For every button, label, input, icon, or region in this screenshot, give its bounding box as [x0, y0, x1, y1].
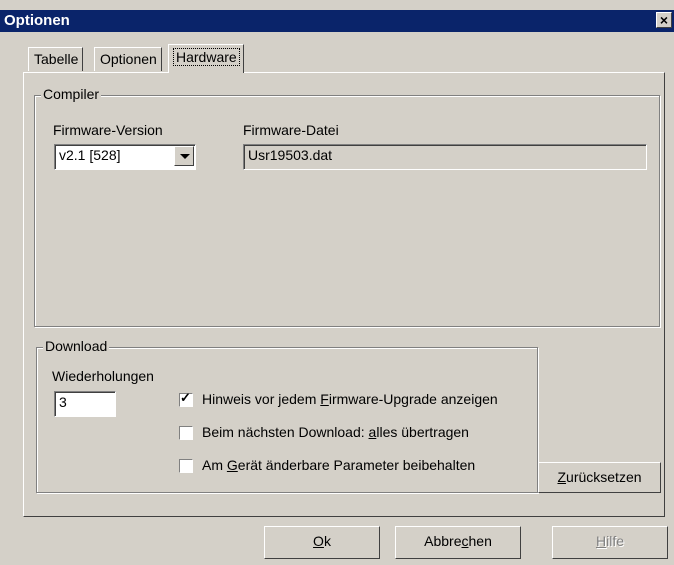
help-button[interactable]: Hilfe: [552, 526, 668, 559]
download-group-title: Download: [43, 338, 110, 354]
firmware-file-value: Usr19503.dat: [248, 147, 333, 163]
firmware-version-label: Firmware-Version: [53, 122, 163, 138]
firmware-file-field[interactable]: Usr19503.dat: [243, 144, 647, 170]
ok-button[interactable]: Ok: [264, 526, 380, 559]
title-bar[interactable]: Optionen ×: [0, 10, 674, 32]
transfer-all-label: Beim nächsten Download: alles übertragen: [202, 424, 469, 440]
tab-tabelle-label: Tabelle: [34, 51, 79, 67]
window-title: Optionen: [4, 12, 70, 29]
firmware-version-value: v2.1 [528]: [59, 147, 121, 163]
retries-value: 3: [59, 394, 67, 410]
tab-optionen-label: Optionen: [100, 51, 157, 67]
checkmark-icon: ✓: [180, 390, 191, 405]
retries-input[interactable]: 3: [54, 391, 116, 417]
firmware-upgrade-hint-checkbox[interactable]: ✓: [179, 390, 193, 407]
keep-device-parameters-checkbox[interactable]: [179, 459, 193, 473]
compiler-group-title: Compiler: [41, 86, 102, 102]
help-button-label: Hilfe: [595, 533, 625, 549]
tab-tabelle[interactable]: Tabelle: [28, 47, 84, 71]
chevron-down-icon[interactable]: [174, 146, 194, 166]
tab-hardware-label: Hardware: [173, 48, 240, 66]
tab-panel-hardware: Compiler Firmware-Version v2.1 [528] Fir…: [23, 72, 665, 517]
tab-optionen[interactable]: Optionen: [94, 47, 162, 71]
download-groupbox: Download Wiederholungen 3 ✓ Hinweis vor …: [36, 338, 538, 493]
keep-device-parameters-label: Am Gerät änderbare Parameter beibehalten: [202, 457, 476, 473]
cancel-button-label: Abbrechen: [424, 533, 492, 549]
options-dialog: Optionen × Tabelle Optionen Hardware Com…: [0, 0, 674, 565]
firmware-version-select[interactable]: v2.1 [528]: [54, 144, 196, 170]
compiler-groupbox: Compiler Firmware-Version v2.1 [528] Fir…: [34, 86, 660, 327]
firmware-file-label: Firmware-Datei: [243, 122, 339, 138]
ok-button-label: Ok: [313, 533, 331, 549]
close-button[interactable]: ×: [656, 12, 672, 28]
tab-hardware[interactable]: Hardware: [168, 44, 244, 73]
transfer-all-checkbox[interactable]: [179, 426, 193, 440]
close-icon: ×: [659, 12, 669, 28]
reset-button-label: Zurücksetzen: [557, 469, 642, 485]
cancel-button[interactable]: Abbrechen: [395, 526, 521, 559]
firmware-upgrade-hint-label: Hinweis vor jedem Firmware-Upgrade anzei…: [202, 391, 498, 407]
retries-label: Wiederholungen: [52, 368, 154, 384]
reset-button[interactable]: Zurücksetzen: [538, 462, 661, 493]
